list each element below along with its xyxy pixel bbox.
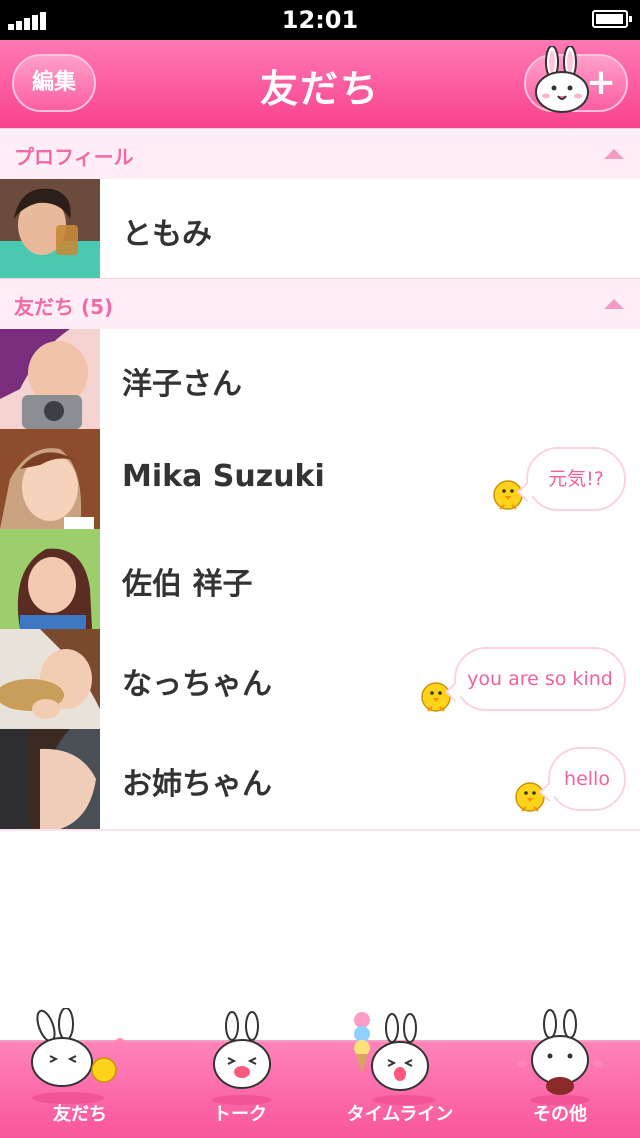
tab-label: タイムライン: [346, 1104, 454, 1125]
collapse-icon[interactable]: [604, 149, 624, 159]
tab-timeline[interactable]: タイムライン: [320, 1012, 480, 1138]
bunny-icecream-icon: [354, 1012, 436, 1105]
status-bubble: hello: [548, 747, 626, 811]
status-time: 12:01: [281, 6, 359, 34]
plus-icon: +: [585, 62, 616, 103]
tab-label: その他: [533, 1104, 587, 1125]
list-item[interactable]: 佐伯 祥子: [0, 529, 640, 631]
list-item[interactable]: なっちゃん you are so kind: [0, 629, 640, 731]
battery-icon: [592, 10, 632, 28]
friend-name: 洋子さん: [122, 367, 242, 402]
tab-label: 友だち: [53, 1104, 107, 1125]
avatar: [0, 629, 100, 729]
friend-name: 佐伯 祥子: [122, 567, 253, 602]
tab-bar: 友だち トーク タイムライン その他: [0, 1008, 640, 1138]
avatar: [0, 179, 100, 279]
bunny-laugh-icon: [212, 1011, 272, 1105]
section-label: 友だち (5): [14, 295, 114, 319]
bunny-chick-icon: [31, 1008, 126, 1104]
avatar: [0, 429, 100, 529]
section-header-profile[interactable]: プロフィール: [0, 128, 640, 180]
status-bubble: 元気!?: [526, 447, 626, 511]
friend-name: Mika Suzuki: [122, 459, 325, 494]
list-item[interactable]: Mika Suzuki 元気!?: [0, 429, 640, 531]
section-label: プロフィール: [14, 145, 134, 169]
tab-other[interactable]: その他: [480, 1009, 640, 1138]
profile-row[interactable]: ともみ: [0, 179, 640, 281]
section-header-friends[interactable]: 友だち (5): [0, 278, 640, 330]
tab-friends[interactable]: 友だち: [0, 1008, 160, 1138]
tab-label: トーク: [213, 1104, 267, 1125]
avatar: [0, 729, 100, 829]
collapse-icon[interactable]: [604, 299, 624, 309]
nav-bar: 編集 友だち +: [0, 40, 640, 130]
status-bar: 12:01: [0, 0, 640, 40]
tab-talk[interactable]: トーク: [160, 1011, 320, 1138]
bunny-add-icon: [535, 46, 589, 113]
avatar: [0, 529, 100, 629]
friend-name: お姉ちゃん: [122, 767, 272, 802]
profile-name: ともみ: [122, 217, 212, 252]
avatar: [0, 329, 100, 429]
list-item[interactable]: 洋子さん: [0, 329, 640, 431]
friend-name: なっちゃん: [122, 667, 272, 702]
add-friend-button[interactable]: +: [524, 46, 628, 113]
bunny-other-icon: [516, 1009, 604, 1105]
list-item[interactable]: お姉ちゃん hello: [0, 729, 640, 831]
status-bubble: you are so kind: [454, 647, 626, 711]
